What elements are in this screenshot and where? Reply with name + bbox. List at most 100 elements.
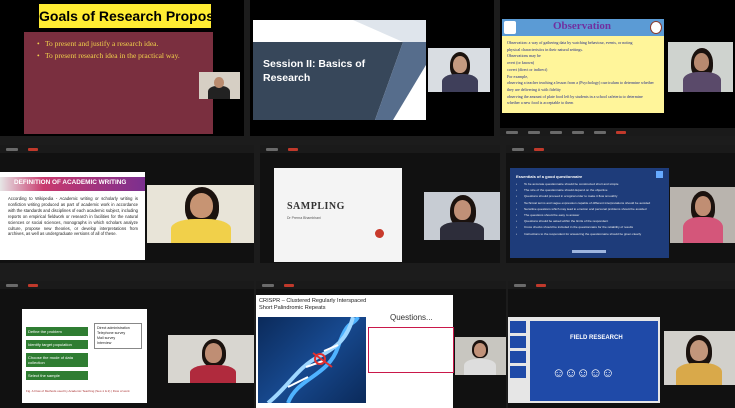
- toolbar[interactable]: [500, 128, 735, 136]
- slide-field-research: FIELD RESEARCH ☺☺☺☺☺: [508, 317, 660, 403]
- participant-video: [670, 187, 735, 243]
- video-tile-1[interactable]: Goals of Research Proposal To present an…: [0, 0, 244, 136]
- slide-academic-writing: DEFINITION OF ACADEMIC WRITING According…: [0, 172, 145, 260]
- video-tile-5[interactable]: SAMPLING Dr Prerna Bhambhani: [260, 145, 500, 263]
- participant-video: [147, 185, 254, 243]
- participant-video: [664, 331, 735, 385]
- body-line: Observation: a way of gathering data by …: [507, 40, 633, 45]
- toolbar[interactable]: [256, 281, 506, 289]
- body-line: overt (or known): [507, 60, 535, 66]
- slide-title-line1: CRISPR – Clustered Regularly Interspaced: [259, 298, 367, 304]
- person-face: [205, 343, 222, 363]
- participant-video: [668, 42, 733, 92]
- slide-crispr: CRISPR – Clustered Regularly Interspaced…: [256, 295, 454, 408]
- participant-video: [455, 337, 506, 375]
- person-body: [464, 359, 496, 375]
- slide-title-line1: Session II: Basics of: [263, 58, 366, 70]
- person-face: [214, 77, 224, 88]
- body-line: whether a new food is acceptable to them: [507, 100, 574, 106]
- slide-questionnaire: Essentials of a good questionnaire To be…: [510, 168, 669, 258]
- thumbnail: [510, 321, 526, 333]
- person-face: [694, 53, 709, 71]
- presenter-thumbnail: [199, 72, 240, 99]
- video-tile-9[interactable]: FIELD RESEARCH ☺☺☺☺☺: [508, 281, 735, 408]
- slide-observation: Observation Observation: a way of gather…: [502, 19, 664, 113]
- person-face: [690, 340, 708, 361]
- body-line: covert (direct or indirect): [507, 66, 548, 72]
- slide-title: DEFINITION OF ACADEMIC WRITING: [14, 179, 127, 186]
- person-body: [683, 72, 721, 92]
- questions-box: [368, 327, 454, 373]
- slide-thumbnails: [510, 321, 526, 401]
- slide-bullets: To present and justify a research idea. …: [37, 38, 180, 62]
- thumbnail: [510, 366, 526, 378]
- video-tile-8[interactable]: CRISPR – Clustered Regularly Interspaced…: [256, 281, 506, 408]
- video-tile-4[interactable]: DEFINITION OF ACADEMIC WRITING According…: [0, 145, 254, 263]
- people-chain-icon: ☺☺☺☺☺: [552, 365, 614, 380]
- body-line: they are delivering it with fidelity: [507, 86, 561, 92]
- slide-decoration-dot: [375, 229, 384, 238]
- flow-step: Identify target population: [26, 340, 88, 349]
- slide-title: SAMPLING: [287, 201, 345, 212]
- logo-right: [650, 21, 662, 34]
- participant-video: [424, 192, 500, 240]
- slide-decoration-square: [656, 171, 663, 178]
- slide-sampling: SAMPLING Dr Prerna Bhambhani: [274, 168, 402, 262]
- slide-body: Observation: a way of gathering data by …: [507, 40, 654, 107]
- body-line: Observations may be: [507, 53, 541, 59]
- body-line: For example,: [507, 73, 529, 79]
- list-item: Instructions to the respondent for answe…: [516, 231, 666, 237]
- video-tile-3[interactable]: Observation Observation: a way of gather…: [500, 0, 735, 136]
- flow-option: Interview: [97, 341, 112, 345]
- dna-helix-icon: [266, 317, 360, 403]
- participant-video: [168, 335, 254, 383]
- toolbar[interactable]: [0, 145, 254, 153]
- body-line: observing a teacher teaching a lesson fr…: [507, 80, 654, 86]
- toolbar[interactable]: [506, 145, 735, 153]
- slide-subtitle: Dr Prerna Bhambhani: [287, 216, 321, 220]
- slide-session: Session II: Basics of Research: [253, 20, 426, 120]
- person-body: [683, 217, 723, 243]
- dna-image: [258, 317, 366, 403]
- toolbar[interactable]: [508, 281, 735, 289]
- flow-step: Select the sample: [26, 371, 88, 380]
- slide-decoration: [253, 20, 426, 120]
- person-body: [440, 222, 484, 240]
- flow-column-right: Direct administration Telephone survey M…: [94, 323, 142, 349]
- body-line: physical characteristics in their natura…: [507, 46, 583, 52]
- person-body: [442, 74, 478, 92]
- slide-flowchart: Define the problem Identify target popul…: [22, 309, 147, 403]
- person-face: [453, 56, 467, 73]
- slide-body: According to Wikipedia - Academic writin…: [8, 196, 138, 237]
- slide-title: Observation: [552, 20, 612, 32]
- person-face: [695, 196, 711, 216]
- slide-progress: [572, 250, 606, 253]
- slide-title: FIELD RESEARCH: [570, 335, 623, 341]
- video-tile-7[interactable]: Define the problem Identify target popul…: [0, 281, 254, 408]
- body-line: observing the amount of plate food left …: [507, 93, 643, 99]
- person-body: [190, 365, 236, 383]
- questions-text: Questions...: [390, 313, 433, 322]
- person-body: [171, 219, 231, 243]
- slide-title-line2: Short Palindromic Repeats: [259, 305, 326, 311]
- video-tile-6[interactable]: Essentials of a good questionnaire To be…: [506, 145, 735, 263]
- video-tile-2[interactable]: Session II: Basics of Research: [250, 0, 494, 136]
- thumbnail: [510, 351, 526, 363]
- toolbar[interactable]: [0, 281, 254, 289]
- slide-panel: FIELD RESEARCH ☺☺☺☺☺: [530, 321, 658, 401]
- person-face: [454, 200, 471, 220]
- flow-step: Define the problem: [26, 327, 88, 336]
- bullet-2: To present research idea in the practica…: [37, 50, 180, 62]
- toolbar[interactable]: [260, 145, 500, 153]
- logo-left: [504, 21, 516, 34]
- slide-title-line2: Research: [263, 72, 311, 84]
- thumbnail: [510, 336, 526, 348]
- person-face: [474, 343, 486, 357]
- participant-video: [428, 48, 490, 92]
- slide-caption: Fig. A Flow of Methods used by Academic …: [26, 389, 130, 393]
- person-face: [190, 193, 213, 218]
- flow-step: Choose the mode of data collection: [26, 353, 88, 367]
- person-body: [676, 363, 722, 385]
- flow-column-left: Define the problem Identify target popul…: [26, 327, 88, 380]
- bullet-1: To present and justify a research idea.: [37, 38, 180, 50]
